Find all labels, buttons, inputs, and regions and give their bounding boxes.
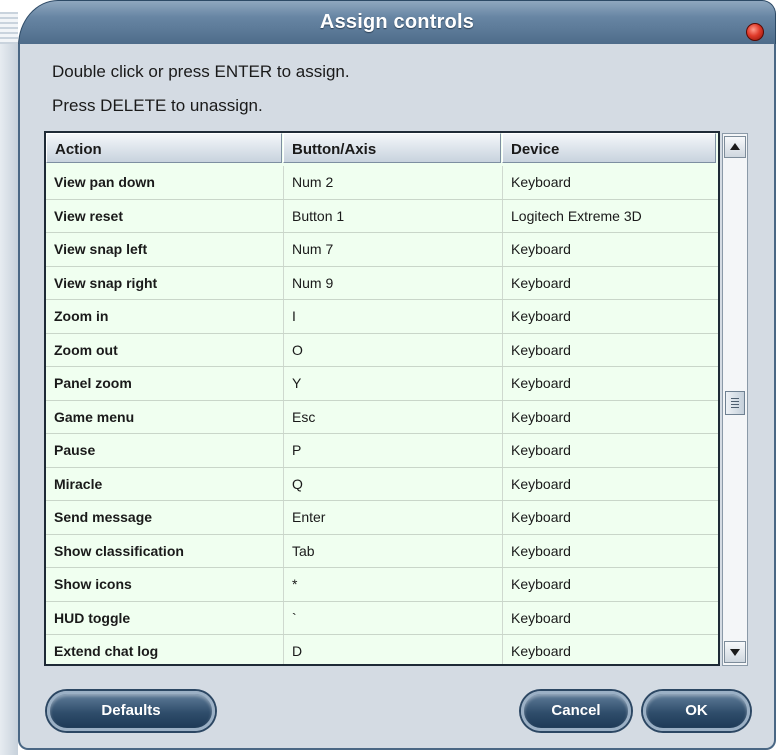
button-axis-cell: Button 1: [284, 199, 503, 232]
button-axis-cell: I: [284, 300, 503, 333]
cancel-button[interactable]: Cancel: [521, 691, 631, 731]
action-cell: Show icons: [46, 568, 284, 601]
table-row[interactable]: Panel zoom Y Keyboard: [46, 367, 718, 401]
table-row[interactable]: View snap left Num 7 Keyboard: [46, 233, 718, 267]
table-header: Action Button/Axis Device: [46, 133, 718, 165]
device-cell: Keyboard: [511, 609, 571, 626]
defaults-button[interactable]: Defaults: [47, 691, 215, 731]
arrow-down-icon: [730, 649, 740, 656]
device-cell: Keyboard: [511, 174, 571, 190]
device-cell: Keyboard: [511, 643, 571, 659]
button-axis-cell: Num 2: [284, 166, 503, 199]
table-row[interactable]: Miracle Q Keyboard: [46, 467, 718, 501]
table-row[interactable]: Send message Enter Keyboard: [46, 501, 718, 535]
action-cell: Game menu: [46, 400, 284, 433]
action-cell: View snap right: [46, 266, 284, 299]
action-cell: Panel zoom: [46, 367, 284, 400]
title-bar: Assign controls: [0, 0, 781, 52]
table-body: View pan down Num 2 Keyboard View reset Butt…: [46, 166, 718, 664]
device-cell: Keyboard: [511, 274, 571, 291]
window-left-rail: [0, 44, 18, 755]
scroll-down-button[interactable]: [724, 641, 746, 663]
table-row[interactable]: Show classification Tab Keyboard: [46, 534, 718, 568]
button-axis-cell: Tab: [284, 534, 503, 567]
device-cell: Keyboard: [511, 542, 571, 559]
device-cell: Keyboard: [511, 509, 571, 525]
device-cell: Keyboard: [511, 341, 571, 358]
action-cell: Zoom in: [46, 300, 284, 333]
device-cell: Keyboard: [511, 576, 571, 592]
table-row[interactable]: Zoom in I Keyboard: [46, 300, 718, 334]
column-header-button-axis[interactable]: Button/Axis: [283, 133, 501, 163]
button-axis-cell: `: [284, 601, 503, 634]
ok-button[interactable]: OK: [643, 691, 750, 731]
controls-table: Action Button/Axis Device View pan down N…: [44, 131, 720, 666]
action-cell: View reset: [46, 199, 284, 232]
button-axis-cell: Enter: [284, 501, 503, 534]
grip-line-icon: [731, 397, 739, 399]
device-cell: Keyboard: [511, 442, 571, 458]
action-cell: Pause: [46, 434, 284, 467]
action-cell: Extend chat log: [46, 635, 284, 664]
device-cell: Keyboard: [511, 475, 571, 492]
instruction-assign: Double click or press ENTER to assign.: [52, 62, 350, 81]
table-row[interactable]: View snap right Num 9 Keyboard: [46, 266, 718, 300]
action-cell: Send message: [46, 501, 284, 534]
device-cell: Keyboard: [511, 375, 571, 391]
action-cell: HUD toggle: [46, 601, 284, 634]
action-cell: View snap left: [46, 233, 284, 266]
table-row[interactable]: Game menu Esc Keyboard: [46, 400, 718, 434]
device-cell: Keyboard: [511, 241, 571, 257]
grip-line-icon: [731, 403, 739, 405]
table-row[interactable]: View reset Button 1 Logitech Extreme 3D: [46, 199, 718, 233]
button-axis-cell: Q: [284, 467, 503, 500]
button-axis-cell: D: [284, 635, 503, 664]
assign-controls-dialog: Assign controls Double click or press EN…: [0, 0, 781, 755]
table-row[interactable]: Zoom out O Keyboard: [46, 333, 718, 367]
action-cell: Miracle: [46, 467, 284, 500]
column-header-device[interactable]: Device: [502, 133, 716, 163]
scrollbar-thumb[interactable]: [725, 390, 745, 415]
table-row[interactable]: HUD toggle ` Keyboard: [46, 601, 718, 635]
button-axis-cell: Num 7: [284, 233, 503, 266]
action-cell: Zoom out: [46, 333, 284, 366]
dialog-title: Assign controls: [319, 11, 475, 33]
device-cell: Logitech Extreme 3D: [511, 207, 642, 224]
scroll-up-button[interactable]: [724, 136, 746, 158]
button-axis-cell: Num 9: [284, 266, 503, 299]
button-axis-cell: Y: [284, 367, 503, 400]
button-axis-cell: *: [284, 568, 503, 601]
instruction-unassign: Press DELETE to unassign.: [52, 96, 263, 115]
title-tab[interactable]: Assign controls: [18, 0, 776, 46]
table-row[interactable]: Show icons * Keyboard: [46, 568, 718, 602]
grip-line-icon: [731, 406, 739, 408]
device-cell: Keyboard: [511, 308, 571, 324]
button-axis-cell: Esc: [284, 400, 503, 433]
table-row[interactable]: Pause P Keyboard: [46, 434, 718, 468]
grip-line-icon: [731, 400, 739, 402]
action-cell: View pan down: [46, 166, 284, 199]
device-cell: Keyboard: [511, 408, 571, 425]
close-icon[interactable]: [746, 23, 764, 41]
table-row[interactable]: View pan down Num 2 Keyboard: [46, 166, 718, 200]
arrow-up-icon: [730, 143, 740, 150]
table-row[interactable]: Extend chat log D Keyboard: [46, 635, 718, 664]
button-axis-cell: P: [284, 434, 503, 467]
column-header-action[interactable]: Action: [46, 133, 282, 163]
vertical-scrollbar[interactable]: [722, 133, 748, 666]
button-axis-cell: O: [284, 333, 503, 366]
action-cell: Show classification: [46, 534, 284, 567]
